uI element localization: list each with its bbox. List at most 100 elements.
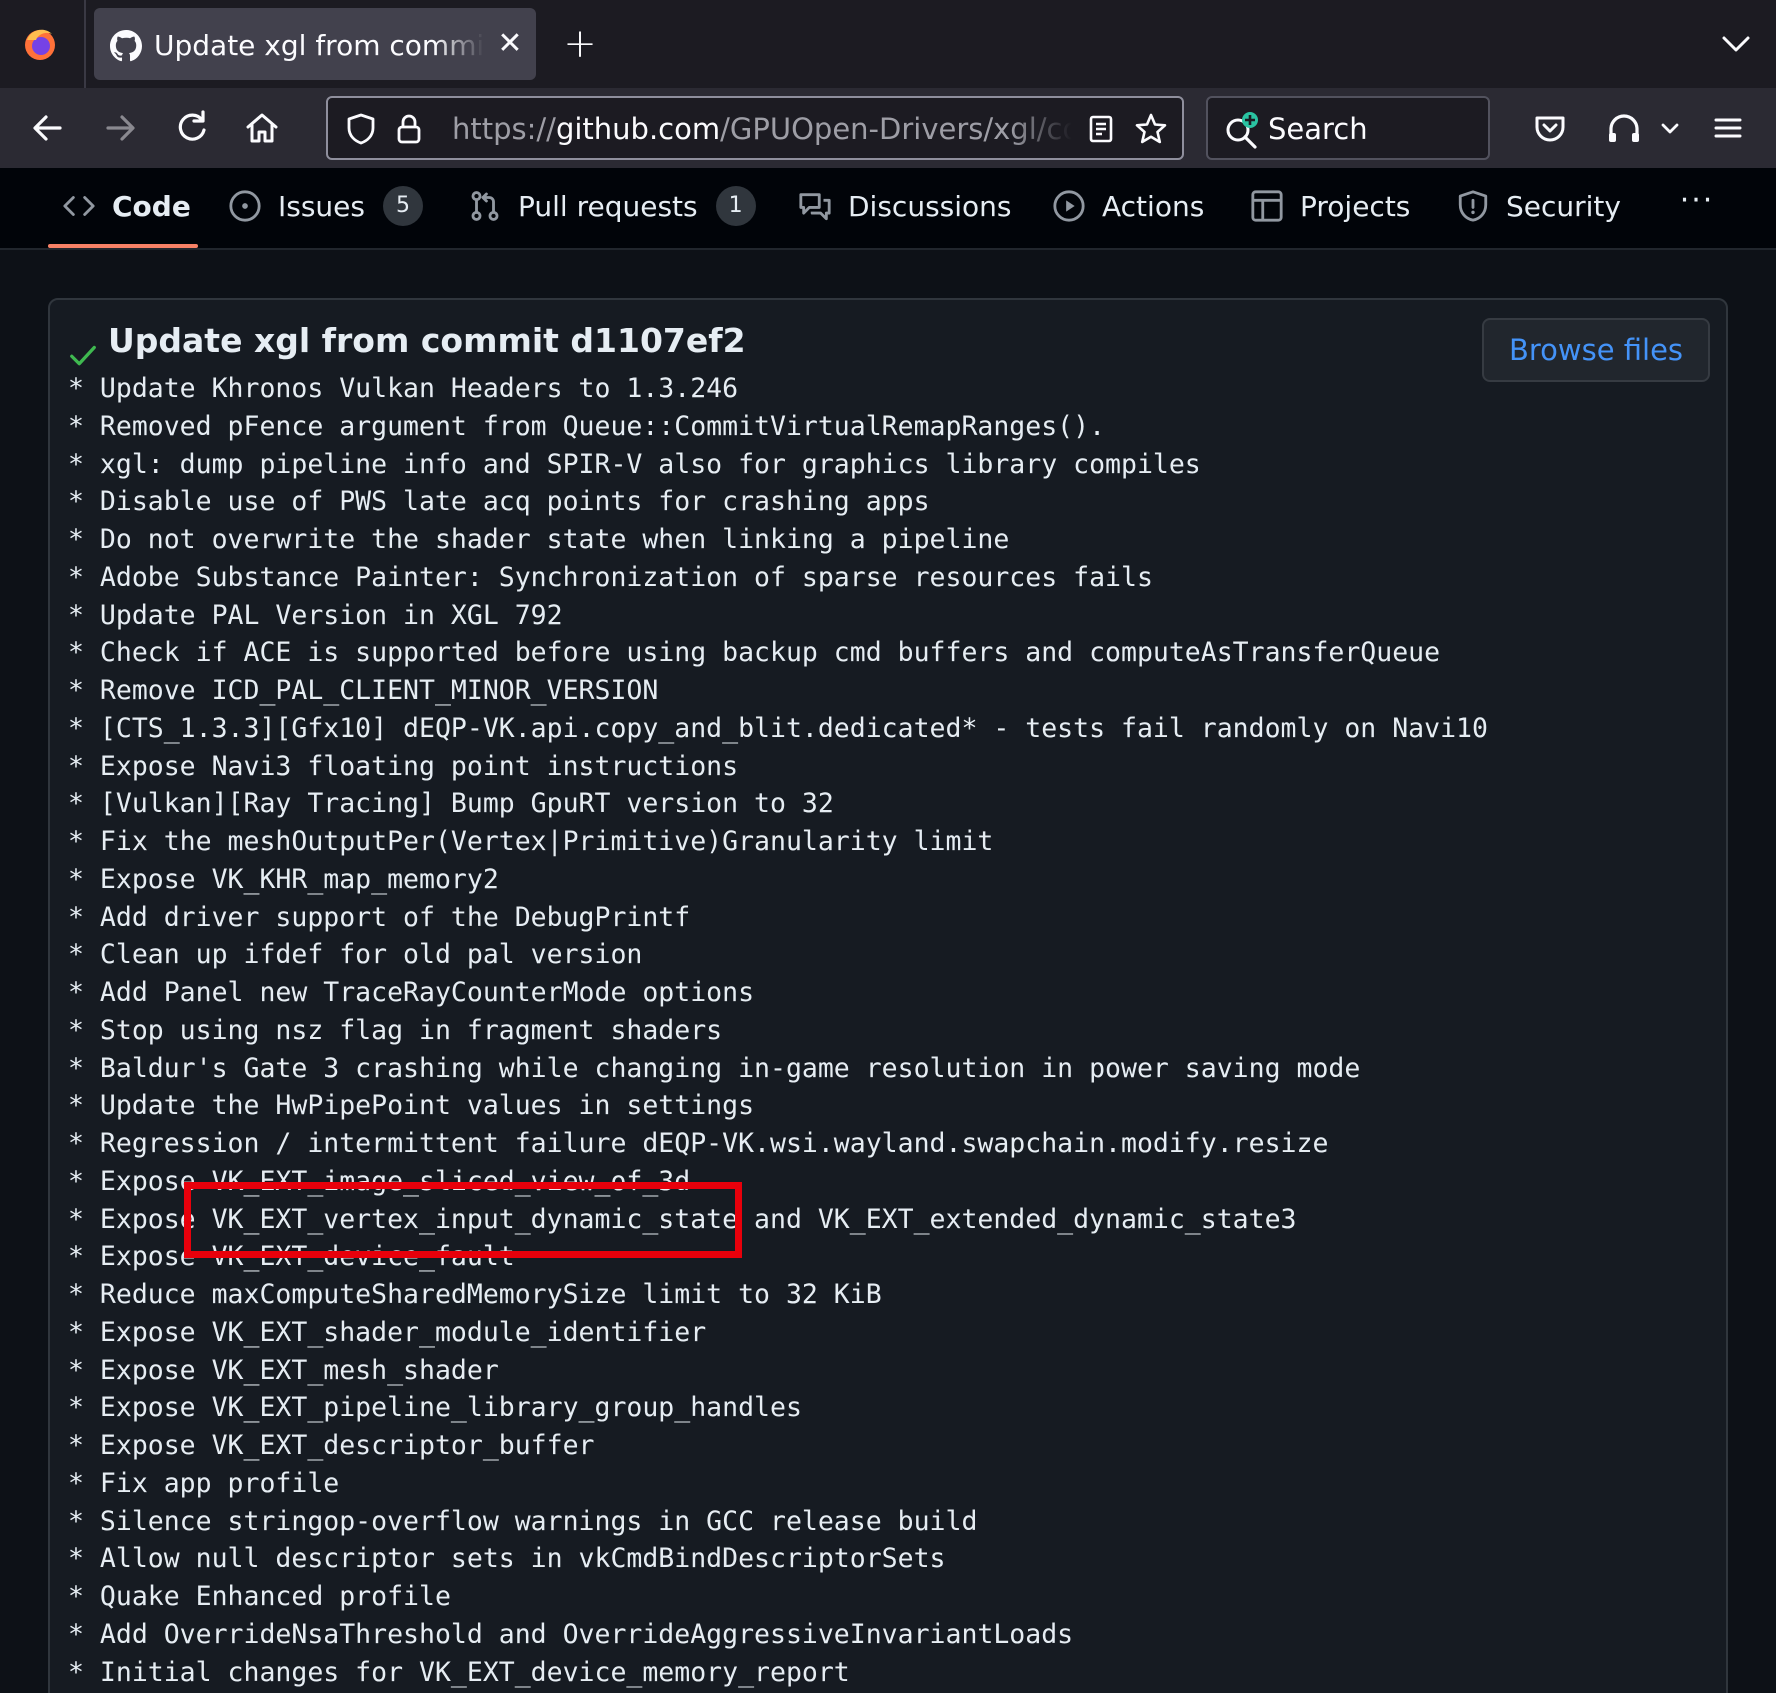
tab-discussions[interactable]: Discussions — [798, 182, 1012, 230]
tab-projects[interactable]: Projects — [1250, 182, 1410, 230]
commit-message-line: * Add Panel new TraceRayCounterMode opti… — [68, 977, 755, 1008]
commit-message-line: * Clean up ifdef for old pal version — [68, 939, 643, 971]
url-scheme: https:// — [452, 112, 556, 146]
pull-request-icon — [471, 191, 499, 221]
commit-message-line: * Allow null descriptor sets in vkCmdBin… — [68, 1543, 946, 1575]
search-label: Search — [1268, 112, 1368, 146]
play-icon — [1053, 190, 1085, 222]
search-add-engine-icon — [1226, 112, 1258, 149]
tab-actions[interactable]: Actions — [1052, 182, 1204, 230]
commit-message-line: * Quake Enhanced profile — [68, 1581, 451, 1612]
tab-label: Actions — [1102, 189, 1205, 223]
back-arrow-icon — [33, 115, 62, 141]
tab-title: Update xgl from commit d1107ef2 · GPUOpe… — [154, 29, 484, 62]
tab-divider — [84, 0, 86, 88]
commit-message-line: * Silence stringop-overflow warnings in … — [68, 1505, 978, 1537]
search-bar[interactable]: Search — [1206, 96, 1490, 160]
active-tab-underline — [48, 244, 198, 248]
discussions-icon — [799, 193, 831, 221]
forward-button[interactable] — [98, 106, 142, 150]
commit-message-line: * xgl: dump pipeline info and SPIR-V als… — [68, 448, 1201, 480]
pocket-button[interactable] — [1528, 106, 1572, 150]
home-button[interactable] — [240, 106, 284, 150]
tab-label: Issues — [278, 189, 365, 223]
commit-message-line: * Regression / intermittent failure dEQP… — [68, 1128, 1329, 1159]
commit-message-line: * Update PAL Version in XGL 792 — [68, 599, 563, 631]
app-menu-button[interactable] — [1706, 106, 1750, 150]
tab-label: Discussions — [848, 189, 1012, 223]
commit-message-line: * Add OverrideNsaThreshold and OverrideA… — [68, 1618, 1074, 1650]
browser-tab-strip: Update xgl from commit d1107ef2 · GPUOpe… — [0, 0, 1776, 88]
firefox-logo-icon[interactable] — [22, 26, 58, 62]
commit-message-line: * Stop using nsz flag in fragment shader… — [68, 1014, 723, 1046]
commit-message-line: * Expose Navi3 floating point instructio… — [68, 750, 739, 782]
lock-icon[interactable] — [392, 112, 426, 146]
more-tabs-button[interactable]: ··· — [1674, 186, 1720, 226]
commit-message-line: * Removed pFence argument from Queue::Co… — [68, 410, 1106, 442]
reader-view-icon[interactable] — [1084, 112, 1118, 146]
commit-message-line: * Remove ICD_PAL_CLIENT_MINOR_VERSION — [68, 675, 659, 706]
chevron-down-icon — [1661, 123, 1679, 134]
commit-message-line: * Expose VK_EXT_descriptor_buffer — [68, 1430, 595, 1461]
commit-message-line: * Do not overwrite the shader state when… — [68, 524, 1010, 555]
commit-message-line: * Expose VK_EXT_shader_module_identifier — [68, 1316, 707, 1348]
issue-icon — [229, 190, 261, 222]
github-icon — [110, 30, 142, 62]
home-icon — [246, 113, 278, 143]
commit-message-line: * Fix app profile — [68, 1467, 340, 1499]
pocket-icon — [1535, 116, 1565, 142]
issues-count-badge: 5 — [383, 186, 423, 226]
bookmark-star-icon[interactable] — [1134, 112, 1168, 146]
tab-label: Pull requests — [518, 189, 698, 223]
commit-message-line: * Add driver support of the DebugPrintf — [68, 901, 691, 933]
tab-security[interactable]: Security — [1456, 182, 1621, 230]
tab-issues[interactable]: Issues 5 — [228, 182, 423, 230]
commit-message-line: * Expose VK_KHR_map_memory2 — [68, 863, 499, 895]
hamburger-menu-icon — [1714, 118, 1742, 138]
commit-message-line: * Reduce maxComputeSharedMemorySize limi… — [68, 1279, 882, 1310]
check-icon[interactable] — [68, 340, 98, 370]
shield-icon — [1458, 190, 1488, 222]
commit-message-line: * Expose VK_EXT_mesh_shader — [68, 1354, 499, 1386]
url-path: /GPUOpen-Drivers/xgl/commit — [720, 112, 1072, 146]
commit-message-line: * Update Khronos Vulkan Headers to 1.3.2… — [68, 373, 739, 404]
commit-message-line: * Check if ACE is supported before using… — [68, 637, 1441, 669]
repo-nav-tabs: Code Issues 5 Pull requests 1 Discussion… — [0, 168, 1776, 250]
tab-code[interactable]: Code — [62, 182, 191, 230]
commit-message-line: * Baldur's Gate 3 crashing while changin… — [68, 1052, 1361, 1084]
commit-message-line: * [Vulkan][Ray Tracing] Bump GpuRT versi… — [68, 788, 834, 820]
forward-arrow-icon — [106, 115, 135, 141]
commit-title: Update xgl from commit d1107ef2 — [108, 321, 746, 360]
back-button[interactable] — [26, 106, 70, 150]
tab-close-icon[interactable]: ✕ — [492, 26, 528, 62]
tab-label: Code — [112, 189, 191, 223]
tab-label: Projects — [1300, 189, 1411, 223]
commit-message-line: * Fix the meshOutputPer(Vertex|Primitive… — [68, 826, 994, 857]
commit-message-line: * Expose VK_EXT_pipeline_library_group_h… — [68, 1392, 802, 1424]
browser-nav-toolbar: https://github.com/GPUOpen-Drivers/xgl/c… — [0, 88, 1776, 168]
commit-box: Update xgl from commit d1107ef2 Browse f… — [48, 298, 1728, 1693]
tab-label: Security — [1506, 189, 1621, 223]
code-icon — [63, 196, 95, 216]
extension-dropdown-button[interactable] — [1652, 106, 1688, 150]
commit-message-line: * [CTS_1.3.3][Gfx10] dEQP-VK.api.copy_an… — [68, 712, 1488, 744]
commit-message-line: * Update the HwPipePoint values in setti… — [68, 1090, 755, 1122]
commit-message-body: * Update Khronos Vulkan Headers to 1.3.2… — [68, 370, 1668, 1691]
commit-message-line: * Initial changes for VK_EXT_device_memo… — [68, 1656, 850, 1688]
commit-message-line: * Disable use of PWS late acq points for… — [68, 486, 930, 518]
tracking-protection-shield-icon[interactable] — [344, 112, 378, 146]
new-tab-button[interactable]: + — [560, 22, 600, 66]
commit-message-line: * Adobe Substance Painter: Synchronizati… — [68, 561, 1153, 593]
browser-tab-active[interactable]: Update xgl from commit d1107ef2 · GPUOpe… — [94, 8, 536, 80]
pull-requests-count-badge: 1 — [715, 186, 756, 226]
url-host: github.com — [555, 112, 721, 146]
reload-button[interactable] — [170, 106, 214, 150]
list-all-tabs-chevron-icon[interactable] — [1716, 26, 1756, 62]
tab-pull-requests[interactable]: Pull requests 1 — [468, 182, 756, 230]
highlight-annotation-box — [184, 1182, 742, 1258]
headphones-extension-icon — [1609, 114, 1639, 142]
url-text[interactable]: https://github.com/GPUOpen-Drivers/xgl/c… — [452, 110, 1072, 148]
table-icon — [1251, 190, 1283, 222]
extension-button[interactable] — [1602, 106, 1646, 150]
address-bar[interactable]: https://github.com/GPUOpen-Drivers/xgl/c… — [326, 96, 1184, 160]
